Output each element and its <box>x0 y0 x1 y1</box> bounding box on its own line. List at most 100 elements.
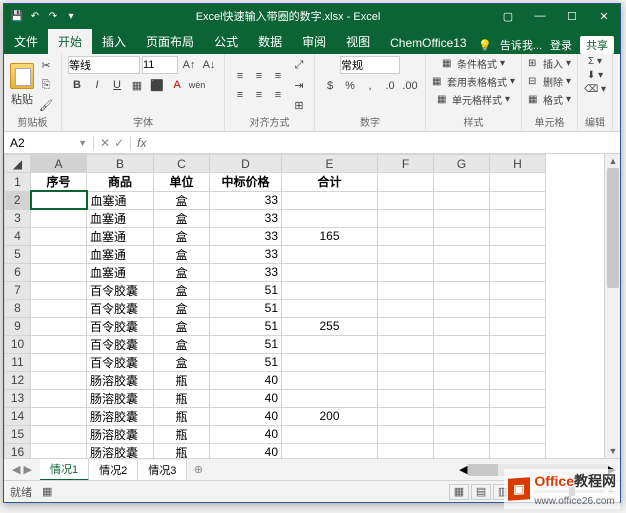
cell[interactable]: 盒 <box>154 191 210 209</box>
tab-home[interactable]: 开始 <box>48 29 92 54</box>
conditional-format-button[interactable]: ▦条件格式 ▾ <box>442 56 505 71</box>
row-header[interactable]: 3 <box>5 209 31 227</box>
row-header[interactable]: 1 <box>5 173 31 192</box>
cell[interactable] <box>282 209 378 227</box>
cell-styles-button[interactable]: ▦单元格样式 ▾ <box>437 92 510 107</box>
copy-icon[interactable]: ⎘ <box>37 76 55 94</box>
cell[interactable]: 肠溶胶囊 <box>87 389 154 407</box>
paste-button[interactable]: 粘贴 <box>10 63 34 107</box>
share-button[interactable]: 共享 <box>580 36 614 54</box>
font-name-select[interactable] <box>68 56 140 74</box>
cell[interactable]: 百令胶囊 <box>87 335 154 353</box>
wrap-text-icon[interactable]: ⇥ <box>290 76 308 94</box>
insert-cells-button[interactable]: ⊞插入 ▾ <box>528 56 571 71</box>
cell[interactable]: 51 <box>210 299 282 317</box>
row-header[interactable]: 2 <box>5 191 31 209</box>
cell[interactable]: 肠溶胶囊 <box>87 443 154 458</box>
vertical-scrollbar[interactable]: ▲ ▼ <box>604 154 620 458</box>
col-header-F[interactable]: F <box>378 155 434 173</box>
cell[interactable] <box>434 281 490 299</box>
cell[interactable] <box>378 299 434 317</box>
signin-link[interactable]: 登录 <box>550 37 572 53</box>
qat-more-icon[interactable]: ▾ <box>64 9 78 23</box>
row-header[interactable]: 13 <box>5 389 31 407</box>
cell[interactable]: 合计 <box>282 173 378 192</box>
row-header[interactable]: 12 <box>5 371 31 389</box>
orientation-icon[interactable]: ⤢ <box>290 56 308 74</box>
cell[interactable] <box>31 245 87 263</box>
cell[interactable]: 51 <box>210 335 282 353</box>
cell[interactable]: 百令胶囊 <box>87 317 154 335</box>
cancel-formula-icon[interactable]: ✕ <box>100 136 110 150</box>
row-header[interactable]: 7 <box>5 281 31 299</box>
cell[interactable]: 盒 <box>154 317 210 335</box>
cell[interactable] <box>31 371 87 389</box>
cell[interactable]: 瓶 <box>154 389 210 407</box>
cell[interactable]: 血塞通 <box>87 245 154 263</box>
increase-font-icon[interactable]: A↑ <box>180 56 198 74</box>
cell[interactable]: 33 <box>210 191 282 209</box>
row-header[interactable]: 4 <box>5 227 31 245</box>
cell[interactable] <box>490 263 546 281</box>
underline-icon[interactable]: U <box>108 76 126 94</box>
minimize-icon[interactable]: — <box>524 4 556 28</box>
cell[interactable]: 肠溶胶囊 <box>87 371 154 389</box>
decrease-decimal-icon[interactable]: .00 <box>401 77 419 95</box>
comma-icon[interactable]: , <box>361 77 379 95</box>
cell[interactable]: 165 <box>282 227 378 245</box>
cell[interactable] <box>282 245 378 263</box>
tab-review[interactable]: 审阅 <box>292 29 336 54</box>
align-top-icon[interactable]: ≡ <box>231 67 249 85</box>
cell[interactable]: 255 <box>282 317 378 335</box>
sheet-tab-3[interactable]: 情况3 <box>138 460 187 480</box>
cell[interactable] <box>490 353 546 371</box>
cell[interactable]: 40 <box>210 407 282 425</box>
cells-table[interactable]: ◢ A B C D E F G H 1 序号 商品 单位 中标价格 合计 2血塞… <box>4 154 546 458</box>
page-layout-view-icon[interactable]: ▤ <box>471 484 491 500</box>
cell[interactable] <box>378 263 434 281</box>
cell[interactable] <box>282 191 378 209</box>
cell[interactable] <box>31 209 87 227</box>
cell[interactable] <box>434 371 490 389</box>
cell[interactable]: 40 <box>210 389 282 407</box>
col-header-E[interactable]: E <box>282 155 378 173</box>
cell[interactable] <box>31 389 87 407</box>
cell[interactable]: 40 <box>210 425 282 443</box>
cell[interactable] <box>378 245 434 263</box>
cell[interactable]: 33 <box>210 209 282 227</box>
tab-chemoffice[interactable]: ChemOffice13 <box>380 32 476 54</box>
cell[interactable] <box>282 263 378 281</box>
cell[interactable]: 33 <box>210 245 282 263</box>
redo-icon[interactable]: ↷ <box>46 9 60 23</box>
cell[interactable]: 盒 <box>154 299 210 317</box>
cell[interactable] <box>434 353 490 371</box>
cell[interactable] <box>434 317 490 335</box>
cell[interactable]: 51 <box>210 317 282 335</box>
cell[interactable] <box>490 317 546 335</box>
delete-cells-button[interactable]: ⊟删除 ▾ <box>528 74 571 89</box>
normal-view-icon[interactable]: ▦ <box>449 484 469 500</box>
cell[interactable]: 盒 <box>154 245 210 263</box>
font-color-icon[interactable]: A <box>168 76 186 94</box>
cell[interactable] <box>282 443 378 458</box>
cell[interactable]: 瓶 <box>154 371 210 389</box>
cell[interactable] <box>282 281 378 299</box>
cell[interactable] <box>378 317 434 335</box>
cell[interactable] <box>434 191 490 209</box>
cell[interactable]: 血塞通 <box>87 263 154 281</box>
formula-input[interactable] <box>152 136 620 150</box>
cell[interactable]: 肠溶胶囊 <box>87 425 154 443</box>
italic-icon[interactable]: I <box>88 76 106 94</box>
col-header-H[interactable]: H <box>490 155 546 173</box>
cell[interactable]: 盒 <box>154 263 210 281</box>
cell[interactable]: 血塞通 <box>87 191 154 209</box>
number-format-select[interactable] <box>340 56 400 74</box>
cell[interactable]: 盒 <box>154 227 210 245</box>
cut-icon[interactable]: ✂ <box>37 56 55 74</box>
tellme-text[interactable]: 告诉我... <box>500 37 542 53</box>
row-header[interactable]: 10 <box>5 335 31 353</box>
cell[interactable] <box>378 191 434 209</box>
cell[interactable] <box>31 353 87 371</box>
cell[interactable] <box>434 389 490 407</box>
percent-icon[interactable]: % <box>341 77 359 95</box>
